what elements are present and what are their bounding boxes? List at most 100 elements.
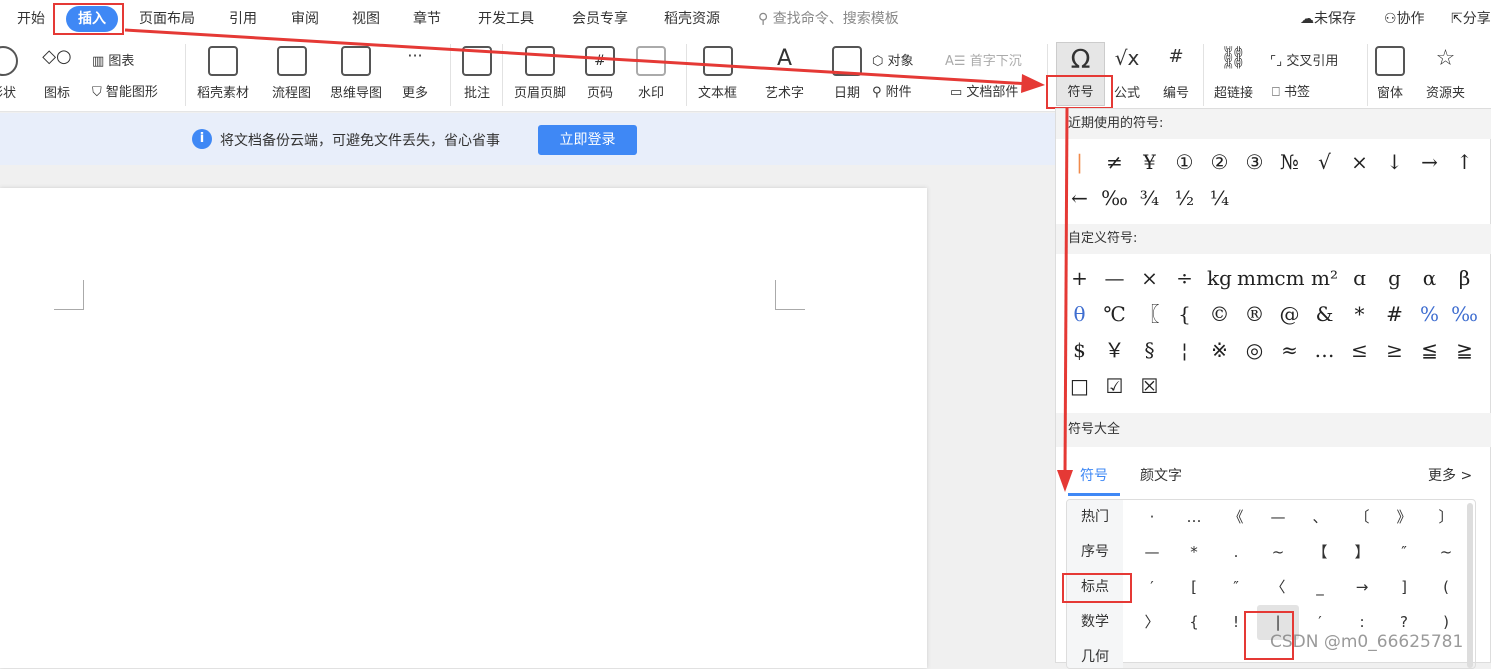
symbol-cell[interactable]: ≤: [1342, 332, 1377, 368]
date-button[interactable]: 日期: [832, 46, 862, 101]
symbol-cell[interactable]: ≈: [1272, 332, 1307, 368]
attachment-button[interactable]: ⚲ 附件: [872, 81, 912, 100]
resource-folder-button[interactable]: ☆ 资源夹: [1426, 46, 1465, 101]
symbol-cell[interactable]: (: [1425, 570, 1467, 605]
symbol-cell[interactable]: |: [1062, 144, 1097, 180]
category-item[interactable]: 序号: [1067, 535, 1123, 570]
chart-button[interactable]: ▥ 图表: [92, 50, 134, 69]
tab-review[interactable]: 审阅: [291, 6, 319, 32]
unsaved-status[interactable]: ☁未保存: [1300, 6, 1356, 32]
symbol-cell[interactable]: 〔: [1341, 500, 1383, 535]
symbol-cell[interactable]: ①: [1167, 144, 1202, 180]
symbol-cell[interactable]: 〖: [1132, 296, 1167, 332]
formula-button[interactable]: √x 公式: [1112, 46, 1142, 101]
smart-art-button[interactable]: ⛉ 智能图形: [92, 81, 158, 100]
wordart-button[interactable]: A 艺术字: [765, 46, 804, 101]
symbol-cell[interactable]: ¾: [1132, 180, 1167, 216]
symbol-cell[interactable]: §: [1132, 332, 1167, 368]
symbol-cell[interactable]: ≦: [1412, 332, 1447, 368]
object-button[interactable]: ⬡ 对象: [872, 50, 914, 69]
symbol-cell[interactable]: …: [1173, 500, 1215, 535]
symbol-cell[interactable]: *: [1342, 296, 1377, 332]
symbol-cell[interactable]: …: [1307, 332, 1342, 368]
symbol-cell[interactable]: ¥: [1132, 144, 1167, 180]
symbol-cell[interactable]: ↓: [1377, 144, 1412, 180]
symbol-cell[interactable]: →: [1412, 144, 1447, 180]
docer-material-button[interactable]: 稻壳素材: [197, 46, 249, 101]
symbol-cell[interactable]: √: [1307, 144, 1342, 180]
symbol-cell[interactable]: ≥: [1377, 332, 1412, 368]
symbol-cell[interactable]: ↑: [1447, 144, 1482, 180]
bookmark-button[interactable]: ⎕ 书签: [1272, 81, 1310, 100]
symbol-cell[interactable]: ≠: [1097, 144, 1132, 180]
symbol-cell[interactable]: ·: [1131, 500, 1173, 535]
window-form-button[interactable]: 窗体: [1375, 46, 1405, 101]
flowchart-button[interactable]: 流程图: [272, 46, 311, 101]
symbol-cell[interactable]: cm: [1272, 260, 1307, 296]
numbering-button[interactable]: # 编号: [1161, 46, 1191, 101]
symbol-cell[interactable]: ←: [1062, 180, 1097, 216]
symbol-cell[interactable]: ≧: [1447, 332, 1482, 368]
tab-member[interactable]: 会员专享: [572, 6, 628, 32]
symbol-cell[interactable]: 】: [1341, 535, 1383, 570]
symbol-cell[interactable]: ※: [1202, 332, 1237, 368]
symbol-cell[interactable]: mm: [1237, 260, 1275, 296]
symbol-cell[interactable]: %: [1412, 296, 1447, 332]
collab-button[interactable]: ⚇协作: [1384, 6, 1425, 32]
search-box[interactable]: ⚲ 查找命令、搜索模板: [758, 6, 899, 32]
symbol-cell[interactable]: 【: [1299, 535, 1341, 570]
textbox-button[interactable]: 文本框: [698, 46, 737, 101]
symbol-cell[interactable]: 〕: [1425, 500, 1467, 535]
symbol-cell[interactable]: ③: [1237, 144, 1272, 180]
symbol-cell[interactable]: 、: [1299, 500, 1341, 535]
icon-button[interactable]: ◇○ 图标: [42, 46, 72, 101]
comment-button[interactable]: 批注: [462, 46, 492, 101]
more-link[interactable]: 更多 >: [1428, 465, 1472, 485]
tab-kaomoji[interactable]: 颜文字: [1140, 465, 1182, 485]
symbol-cell[interactable]: [: [1173, 570, 1215, 605]
more-button[interactable]: ··· 更多: [400, 46, 430, 101]
symbol-cell[interactable]: □: [1062, 368, 1097, 404]
symbol-cell[interactable]: 《: [1215, 500, 1257, 535]
symbol-cell[interactable]: #: [1377, 296, 1412, 332]
symbol-cell[interactable]: ɑ: [1342, 260, 1377, 296]
category-item[interactable]: 数学: [1067, 605, 1123, 640]
tab-section[interactable]: 章节: [413, 6, 441, 32]
mindmap-button[interactable]: 思维导图: [330, 46, 382, 101]
symbol-cell[interactable]: ]: [1383, 570, 1425, 605]
symbol-cell[interactable]: 》: [1383, 500, 1425, 535]
tab-references[interactable]: 引用: [229, 6, 257, 32]
category-item[interactable]: 热门: [1067, 500, 1123, 535]
symbol-cell[interactable]: —: [1097, 260, 1132, 296]
symbol-cell[interactable]: ×: [1342, 144, 1377, 180]
symbol-cell[interactable]: ″: [1383, 535, 1425, 570]
share-button[interactable]: ⇱分享: [1451, 6, 1491, 32]
symbol-cell[interactable]: ÷: [1167, 260, 1202, 296]
symbol-cell[interactable]: ¼: [1202, 180, 1237, 216]
symbol-cell[interactable]: ℃: [1097, 296, 1132, 332]
document-page[interactable]: [0, 188, 927, 668]
header-footer-button[interactable]: 页眉页脚: [514, 46, 566, 101]
symbol-cell[interactable]: 〈: [1257, 570, 1299, 605]
symbol-cell[interactable]: ×: [1132, 260, 1167, 296]
symbol-cell[interactable]: ¦: [1167, 332, 1202, 368]
symbol-cell[interactable]: +: [1062, 260, 1097, 296]
symbol-cell[interactable]: ½: [1167, 180, 1202, 216]
symbol-cell[interactable]: ‰: [1447, 296, 1482, 332]
symbol-cell[interactable]: .: [1215, 535, 1257, 570]
symbol-cell[interactable]: ~: [1425, 535, 1467, 570]
symbol-cell[interactable]: {: [1167, 296, 1202, 332]
symbol-cell[interactable]: {: [1173, 605, 1215, 640]
symbol-cell[interactable]: _: [1299, 570, 1341, 605]
symbol-cell[interactable]: ″: [1215, 570, 1257, 605]
tab-home[interactable]: 开始: [17, 6, 45, 32]
symbol-cell[interactable]: *: [1173, 535, 1215, 570]
symbol-cell[interactable]: ©: [1202, 296, 1237, 332]
symbol-cell[interactable]: ☒: [1132, 368, 1167, 404]
page-number-button[interactable]: # 页码: [585, 46, 615, 101]
symbol-cell[interactable]: ~: [1257, 535, 1299, 570]
symbol-cell[interactable]: ‰: [1097, 180, 1132, 216]
symbol-cell[interactable]: θ: [1062, 296, 1097, 332]
symbol-cell[interactable]: kg: [1202, 260, 1237, 296]
doc-parts-button[interactable]: ▭ 文档部件: [950, 81, 1018, 100]
